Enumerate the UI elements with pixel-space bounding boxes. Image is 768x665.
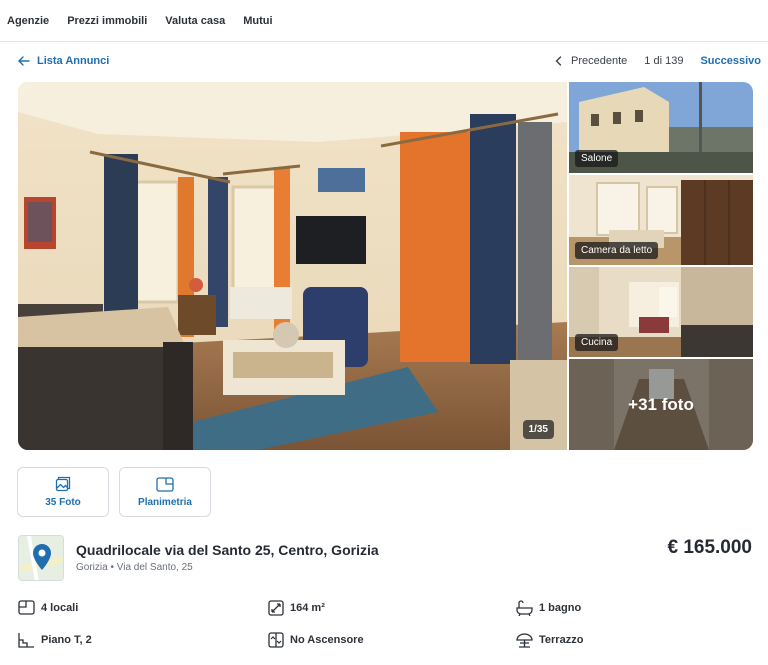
feature-elevator-label: No Ascensore <box>290 634 364 646</box>
back-link-label: Lista Annunci <box>37 55 110 67</box>
thumb-camera-da-letto[interactable]: Camera da letto <box>569 175 753 265</box>
nav-mutui[interactable]: Mutui <box>243 15 272 27</box>
back-to-list-link[interactable]: Lista Annunci <box>18 55 109 67</box>
area-icon <box>268 600 284 616</box>
nav-valuta-casa[interactable]: Valuta casa <box>165 15 225 27</box>
listing-subnav: Lista Annunci Precedente 1 di 139 Succes… <box>0 42 768 82</box>
rooms-icon <box>18 600 35 615</box>
photo-counter: 1/35 <box>522 420 554 439</box>
feature-area: 164 m² <box>268 600 325 616</box>
chevron-left-icon <box>555 56 562 66</box>
thumb-more-photos[interactable]: +31 foto <box>569 359 753 450</box>
more-photos-label: +31 foto <box>569 359 753 450</box>
photo-gallery: 1/35 Salone Camera da letto Cucina +31 f… <box>18 82 753 450</box>
listing-price: € 165.000 <box>667 537 752 558</box>
thumb-label-camera-da-letto: Camera da letto <box>575 242 659 259</box>
feature-bathrooms: 1 bagno <box>516 600 581 616</box>
listing-pager: Precedente 1 di 139 Successivo <box>555 55 761 67</box>
main-photo[interactable]: 1/35 <box>18 82 567 450</box>
photo-gallery-icon <box>55 476 71 492</box>
bathtub-icon <box>516 600 533 616</box>
previous-label: Precedente <box>571 55 628 67</box>
photos-button-label: 35 Foto <box>45 497 81 508</box>
thumb-salone[interactable]: Salone <box>569 82 753 173</box>
feature-floor: Piano T, 2 <box>18 632 92 648</box>
feature-rooms: 4 locali <box>18 600 78 615</box>
location-pin-icon <box>19 536 63 580</box>
stairs-icon <box>18 633 34 648</box>
nav-prezzi-immobili[interactable]: Prezzi immobili <box>67 15 147 27</box>
floorplan-button[interactable]: Planimetria <box>119 467 211 517</box>
umbrella-icon <box>516 633 533 648</box>
floorplan-icon <box>156 476 174 492</box>
nav-agenzie[interactable]: Agenzie <box>7 15 49 27</box>
previous-button[interactable]: Precedente <box>555 55 627 67</box>
thumb-cucina[interactable]: Cucina <box>569 267 753 357</box>
feature-floor-label: Piano T, 2 <box>41 634 92 646</box>
feature-terrace: Terrazzo <box>516 632 583 648</box>
feature-elevator: No Ascensore <box>268 632 364 648</box>
thumb-label-cucina: Cucina <box>575 334 619 351</box>
feature-bathrooms-label: 1 bagno <box>539 602 582 614</box>
feature-terrace-label: Terrazzo <box>539 634 584 646</box>
listing-title: Quadrilocale via del Santo 25, Centro, G… <box>76 542 379 558</box>
listing-address: Gorizia • Via del Santo, 25 <box>76 562 193 573</box>
listing-position: 1 di 139 <box>644 55 684 67</box>
next-button[interactable]: Successivo <box>700 55 761 67</box>
thumb-label-salone: Salone <box>575 150 619 167</box>
top-nav: Agenzie Prezzi immobili Valuta casa Mutu… <box>0 0 768 42</box>
feature-rooms-label: 4 locali <box>41 601 79 614</box>
living-room-photo <box>18 82 567 450</box>
elevator-icon <box>268 632 284 648</box>
photos-button[interactable]: 35 Foto <box>17 467 109 517</box>
map-thumbnail[interactable] <box>18 535 64 581</box>
feature-area-label: 164 m² <box>290 602 325 614</box>
floorplan-button-label: Planimetria <box>138 496 192 508</box>
arrow-left-icon <box>18 56 30 66</box>
